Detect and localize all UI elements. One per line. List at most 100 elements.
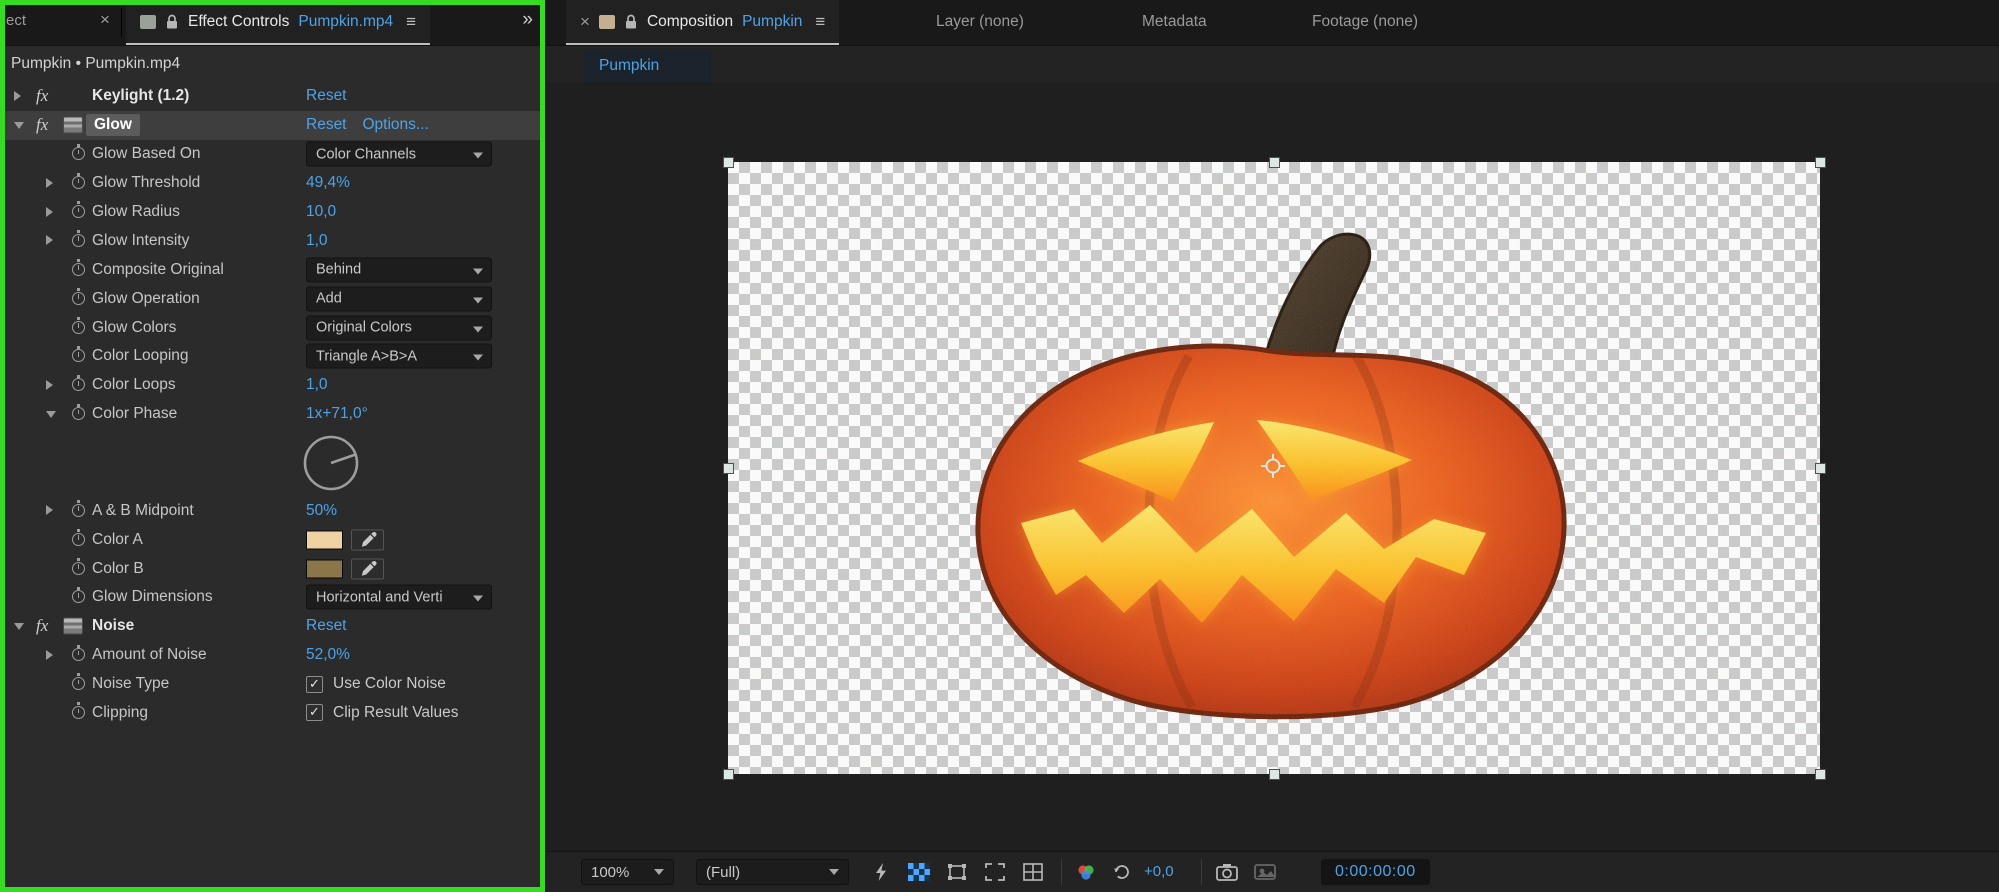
- stopwatch-icon[interactable]: [72, 147, 85, 160]
- layer-anchor-point[interactable]: [1261, 454, 1285, 478]
- grid-and-guides-icon[interactable]: [1020, 860, 1046, 884]
- property-value[interactable]: 1,0: [306, 232, 328, 250]
- twirl-closed-icon[interactable]: [46, 650, 53, 660]
- show-snapshot-icon[interactable]: [1252, 860, 1278, 884]
- stopwatch-icon[interactable]: [72, 590, 85, 603]
- mask-and-shape-paths-icon[interactable]: [944, 860, 970, 884]
- selection-handle-top-left[interactable]: [723, 157, 734, 168]
- twirl-open-icon[interactable]: [14, 623, 24, 630]
- stopwatch-icon[interactable]: [72, 292, 85, 305]
- timecode-display[interactable]: 0:00:00:00: [1321, 859, 1430, 885]
- stopwatch-icon[interactable]: [72, 378, 85, 391]
- property-row-color-looping[interactable]: Color LoopingTriangle A>B>A: [0, 342, 545, 371]
- show-channel-icon[interactable]: [1073, 860, 1099, 884]
- checkbox[interactable]: ✓: [306, 704, 323, 721]
- property-row-glow-dimensions[interactable]: Glow DimensionsHorizontal and Verti: [0, 583, 545, 612]
- dropdown-glow-operation[interactable]: Add: [306, 286, 492, 311]
- twirl-open-icon[interactable]: [14, 122, 24, 129]
- property-row-glow-intensity[interactable]: Glow Intensity1,0: [0, 226, 545, 255]
- twirl-closed-icon[interactable]: [46, 235, 53, 245]
- property-row-glow-colors[interactable]: Glow ColorsOriginal Colors: [0, 313, 545, 342]
- checkbox[interactable]: ✓: [306, 676, 323, 693]
- effect-header-row-glow[interactable]: fxGlowResetOptions...: [0, 111, 545, 140]
- selection-handle-middle-left[interactable]: [723, 463, 734, 474]
- panel-menu-icon[interactable]: ≡: [815, 12, 825, 32]
- property-row-a-b-midpoint[interactable]: A & B Midpoint50%: [0, 496, 545, 525]
- composition-frame[interactable]: [728, 162, 1820, 774]
- tab-composition[interactable]: × Composition Pumpkin ≡: [566, 0, 839, 45]
- property-row-glow-based-on[interactable]: Glow Based OnColor Channels: [0, 140, 545, 169]
- property-value[interactable]: 10,0: [306, 203, 336, 221]
- stopwatch-icon[interactable]: [72, 533, 85, 546]
- twirl-open-icon[interactable]: [46, 411, 56, 418]
- close-icon[interactable]: ×: [100, 10, 110, 30]
- exposure-value[interactable]: +0,0: [1144, 863, 1174, 880]
- property-row-noise-type[interactable]: Noise Type✓Use Color Noise: [0, 670, 545, 699]
- color-swatch[interactable]: [306, 559, 343, 578]
- region-of-interest-icon[interactable]: [982, 860, 1008, 884]
- color-swatch[interactable]: [306, 530, 343, 549]
- composition-viewer[interactable]: [546, 82, 1999, 852]
- twirl-closed-icon[interactable]: [46, 207, 53, 217]
- eyedropper-button[interactable]: [351, 558, 384, 579]
- property-row-color-b[interactable]: Color B: [0, 554, 545, 583]
- selection-handle-bottom-left[interactable]: [723, 769, 734, 780]
- property-row-color-a[interactable]: Color A: [0, 525, 545, 554]
- dropdown-glow-based-on[interactable]: Color Channels: [306, 142, 492, 167]
- stopwatch-icon[interactable]: [72, 263, 85, 276]
- stopwatch-icon[interactable]: [72, 706, 85, 719]
- stopwatch-icon[interactable]: [72, 648, 85, 661]
- reset-exposure-icon[interactable]: [1109, 860, 1135, 884]
- selection-handle-bottom-right[interactable]: [1815, 769, 1826, 780]
- panel-overflow-icon[interactable]: »: [522, 9, 531, 31]
- stopwatch-icon[interactable]: [72, 234, 85, 247]
- twirl-closed-icon[interactable]: [14, 91, 21, 101]
- stopwatch-icon[interactable]: [72, 407, 85, 420]
- reset-link[interactable]: Reset: [306, 87, 347, 105]
- eyedropper-button[interactable]: [351, 529, 384, 550]
- stopwatch-icon[interactable]: [72, 349, 85, 362]
- effect-header-row-noise[interactable]: fxNoiseReset: [0, 612, 545, 641]
- tab-footage[interactable]: Footage (none): [1312, 13, 1418, 31]
- tab-effect-controls[interactable]: Effect Controls Pumpkin.mp4 ≡: [126, 0, 430, 45]
- twirl-closed-icon[interactable]: [46, 505, 53, 515]
- previous-tab-fragment[interactable]: ect: [6, 12, 26, 29]
- tab-layer[interactable]: Layer (none): [936, 13, 1024, 31]
- close-icon[interactable]: ×: [580, 12, 590, 32]
- magnification-dropdown[interactable]: 100%: [581, 859, 674, 885]
- snapshot-icon[interactable]: [1214, 860, 1240, 884]
- stopwatch-icon[interactable]: [72, 321, 85, 334]
- stopwatch-icon[interactable]: [72, 176, 85, 189]
- selection-handle-top-center[interactable]: [1269, 157, 1280, 168]
- property-row-glow-operation[interactable]: Glow OperationAdd: [0, 284, 545, 313]
- property-row-color-phase[interactable]: Color Phase1x+71,0°: [0, 400, 545, 429]
- property-row-glow-radius[interactable]: Glow Radius10,0: [0, 198, 545, 227]
- transparency-grid-icon[interactable]: [906, 860, 932, 884]
- property-value[interactable]: 50%: [306, 502, 337, 520]
- stopwatch-icon[interactable]: [72, 504, 85, 517]
- stopwatch-icon[interactable]: [72, 562, 85, 575]
- property-value[interactable]: 49,4%: [306, 174, 350, 192]
- fast-previews-icon[interactable]: [868, 860, 894, 884]
- property-row-glow-threshold[interactable]: Glow Threshold49,4%: [0, 169, 545, 198]
- reset-link[interactable]: Reset: [306, 116, 347, 134]
- property-value[interactable]: 52,0%: [306, 646, 350, 664]
- selection-handle-middle-right[interactable]: [1815, 463, 1826, 474]
- dropdown-color-looping[interactable]: Triangle A>B>A: [306, 344, 492, 369]
- composition-viewer-tab[interactable]: Pumpkin: [584, 50, 711, 82]
- reset-link[interactable]: Reset: [306, 617, 347, 635]
- selection-handle-top-right[interactable]: [1815, 157, 1826, 168]
- stopwatch-icon[interactable]: [72, 205, 85, 218]
- property-row-clipping[interactable]: Clipping✓Clip Result Values: [0, 699, 545, 728]
- dropdown-composite-original[interactable]: Behind: [306, 257, 492, 282]
- color-phase-dial[interactable]: [300, 432, 362, 494]
- property-row-amount-of-noise[interactable]: Amount of Noise52,0%: [0, 641, 545, 670]
- property-row-color-loops[interactable]: Color Loops1,0: [0, 371, 545, 400]
- options-link[interactable]: Options...: [363, 116, 429, 134]
- twirl-closed-icon[interactable]: [46, 380, 53, 390]
- selection-handle-bottom-center[interactable]: [1269, 769, 1280, 780]
- property-row-composite-original[interactable]: Composite OriginalBehind: [0, 255, 545, 284]
- dropdown-glow-colors[interactable]: Original Colors: [306, 315, 492, 340]
- effect-header-row-keylight-1-2[interactable]: fxKeylight (1.2)Reset: [0, 82, 545, 111]
- twirl-closed-icon[interactable]: [46, 178, 53, 188]
